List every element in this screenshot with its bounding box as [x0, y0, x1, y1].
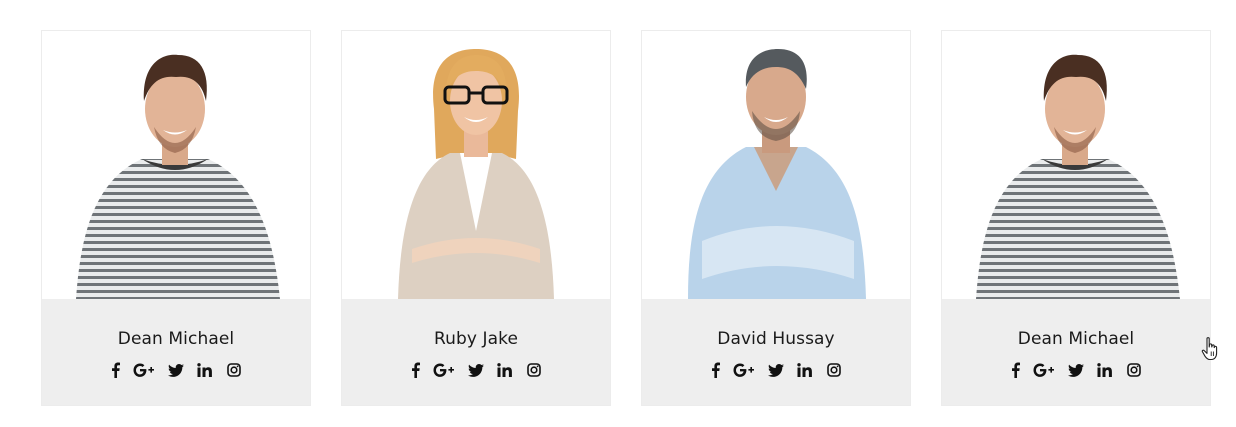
- team-member-card: Ruby Jake: [341, 30, 611, 406]
- member-info-panel: Dean Michael: [42, 299, 310, 405]
- twitter-icon[interactable]: [167, 361, 184, 379]
- member-name: Dean Michael: [1017, 329, 1135, 349]
- google-plus-icon[interactable]: [133, 361, 155, 379]
- social-links: [342, 361, 610, 379]
- instagram-icon[interactable]: [226, 361, 242, 379]
- instagram-icon[interactable]: [1126, 361, 1142, 379]
- facebook-icon[interactable]: [711, 361, 720, 379]
- facebook-icon[interactable]: [1011, 361, 1020, 379]
- member-photo: [942, 31, 1210, 299]
- linkedin-icon[interactable]: [197, 361, 213, 379]
- instagram-icon[interactable]: [526, 361, 542, 379]
- linkedin-icon[interactable]: [1097, 361, 1113, 379]
- team-member-card: Dean Michael: [41, 30, 311, 406]
- team-member-card: Dean Michael: [941, 30, 1211, 406]
- facebook-icon[interactable]: [111, 361, 120, 379]
- member-info-panel: Dean Michael: [942, 299, 1210, 405]
- member-info-panel: Ruby Jake: [342, 299, 610, 405]
- member-photo: [642, 31, 910, 299]
- facebook-icon[interactable]: [411, 361, 420, 379]
- member-photo: [342, 31, 610, 299]
- member-name: David Hussay: [717, 329, 835, 349]
- google-plus-icon[interactable]: [733, 361, 755, 379]
- member-photo: [42, 31, 310, 299]
- google-plus-icon[interactable]: [433, 361, 455, 379]
- instagram-icon[interactable]: [826, 361, 842, 379]
- team-section: Dean Michael Ruby Jake David Hussay Dean…: [0, 0, 1236, 427]
- member-name: Dean Michael: [117, 329, 235, 349]
- social-links: [42, 361, 310, 379]
- social-links: [642, 361, 910, 379]
- linkedin-icon[interactable]: [797, 361, 813, 379]
- social-links: [942, 361, 1210, 379]
- linkedin-icon[interactable]: [497, 361, 513, 379]
- twitter-icon[interactable]: [467, 361, 484, 379]
- google-plus-icon[interactable]: [1033, 361, 1055, 379]
- twitter-icon[interactable]: [767, 361, 784, 379]
- member-name: Ruby Jake: [433, 329, 519, 349]
- member-info-panel: David Hussay: [642, 299, 910, 405]
- twitter-icon[interactable]: [1067, 361, 1084, 379]
- team-member-card: David Hussay: [641, 30, 911, 406]
